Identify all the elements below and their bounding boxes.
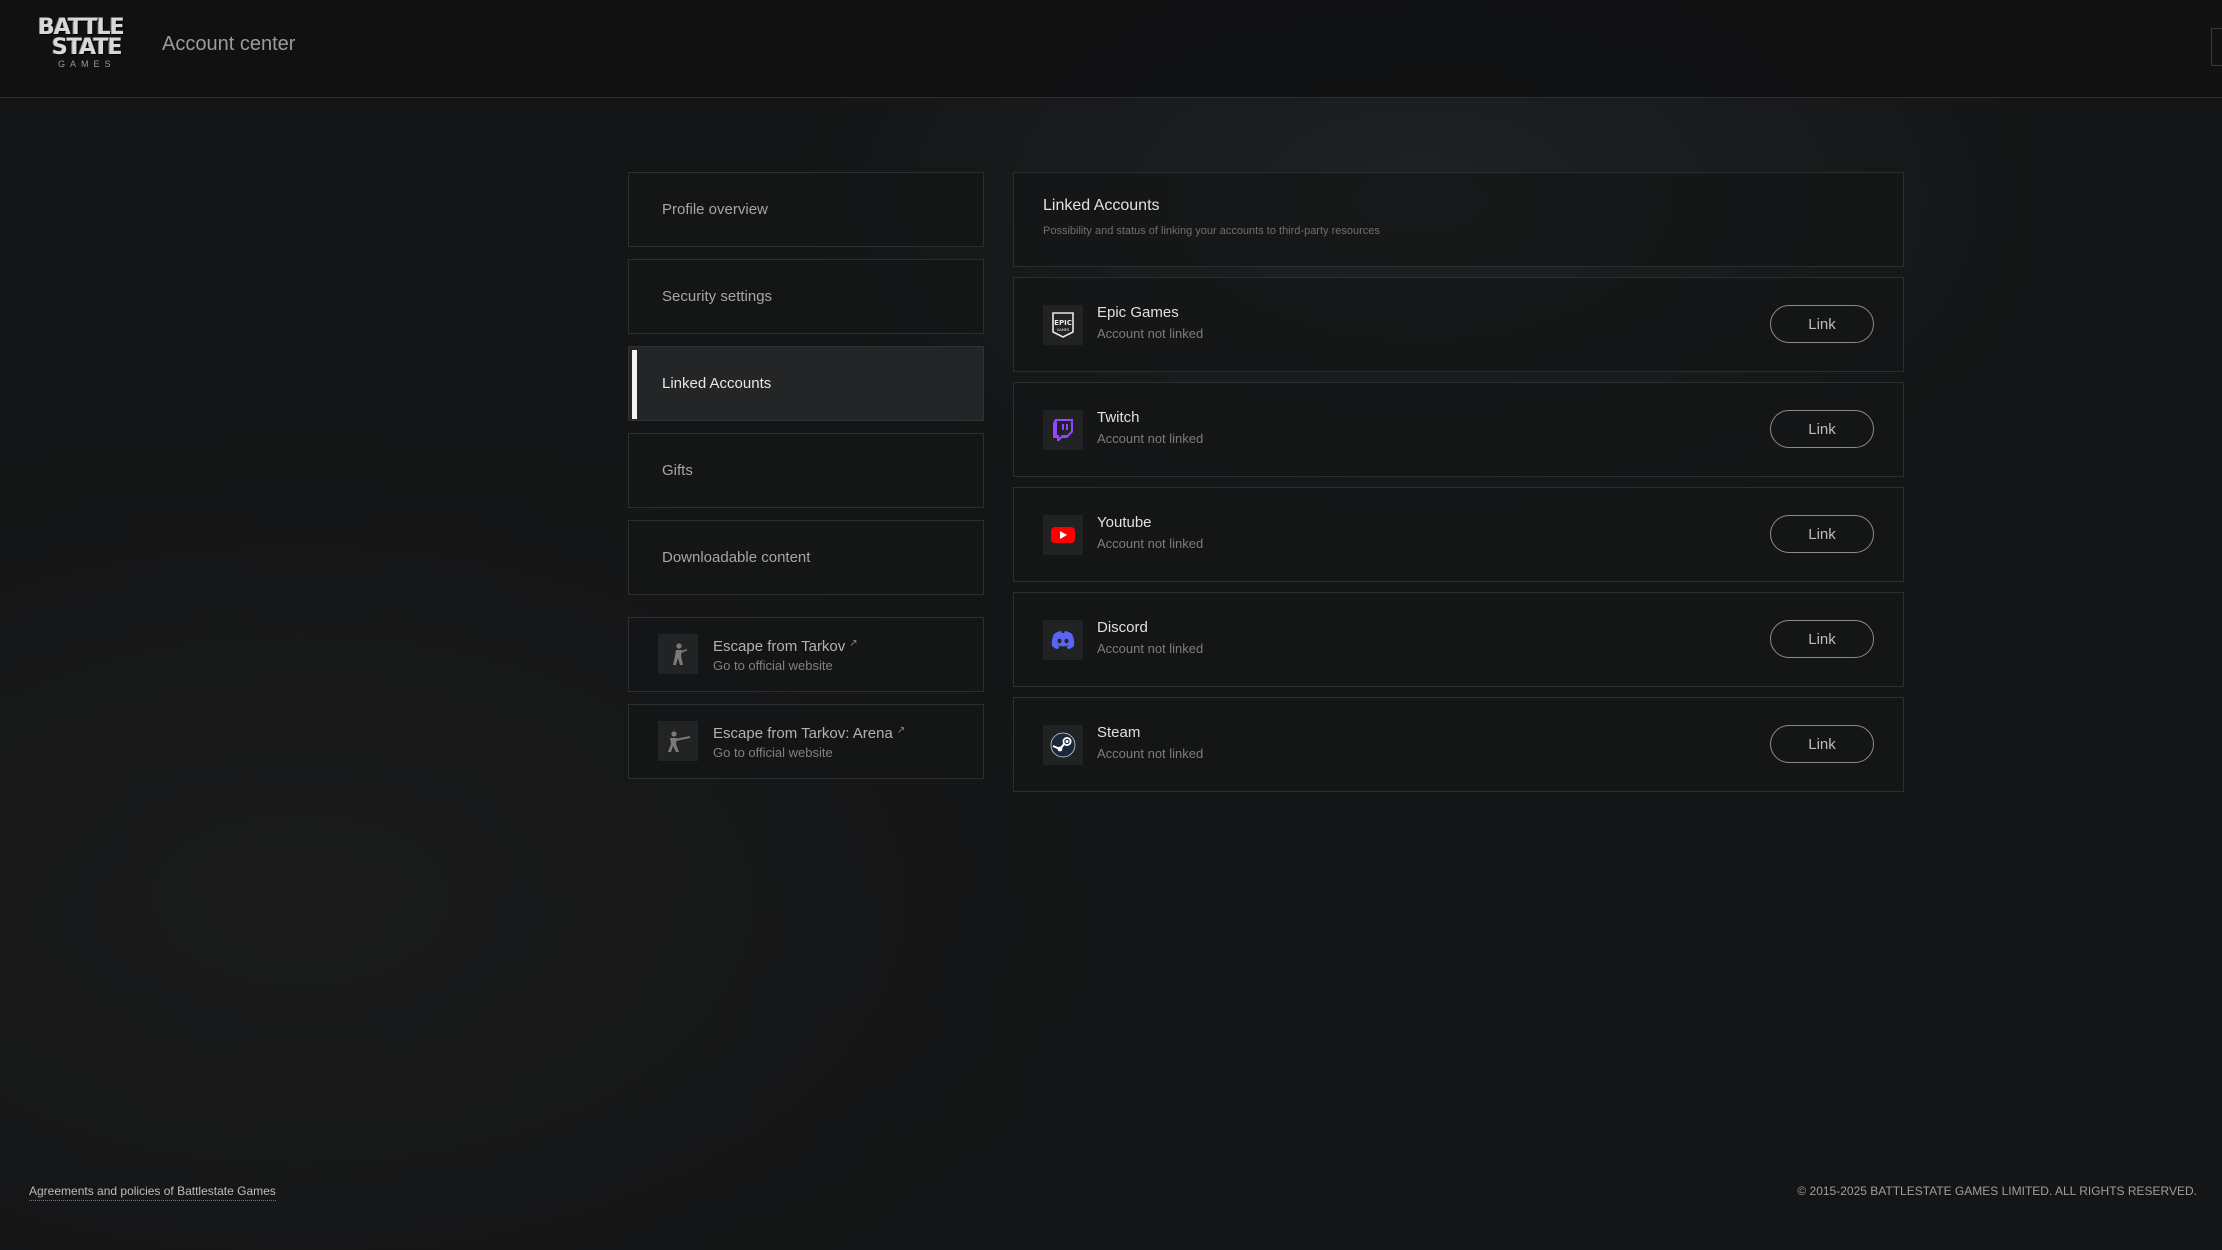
external-link-subtitle: Go to official website xyxy=(713,745,833,760)
soldier-icon xyxy=(658,634,698,674)
link-youtube-button[interactable]: Link xyxy=(1770,515,1874,553)
account-status: Account not linked xyxy=(1097,746,1204,761)
svg-text:GAMES: GAMES xyxy=(1057,328,1070,332)
account-name: Twitch xyxy=(1097,409,1140,426)
external-link-tarkov[interactable]: Escape from Tarkov ↗ Go to official websi… xyxy=(628,617,984,692)
account-name: Epic Games xyxy=(1097,304,1179,321)
account-row-steam: Steam Account not linked Link xyxy=(1013,697,1904,792)
sidebar-item-label: Gifts xyxy=(662,462,693,479)
discord-icon xyxy=(1043,620,1083,660)
account-status: Account not linked xyxy=(1097,641,1204,656)
agreements-link[interactable]: Agreements and policies of Battlestate G… xyxy=(29,1184,276,1201)
battlestate-logo[interactable]: BATTLE STATE GAMES xyxy=(38,17,140,74)
link-twitch-button[interactable]: Link xyxy=(1770,410,1874,448)
page: BATTLE STATE GAMES Account center Profil… xyxy=(0,0,2222,1250)
external-link-title: Escape from Tarkov: Arena xyxy=(713,725,893,742)
youtube-icon xyxy=(1043,515,1083,555)
sidebar-item-downloadable-content[interactable]: Downloadable content xyxy=(628,520,984,595)
section-subtitle: Possibility and status of linking your a… xyxy=(1043,225,1380,237)
header: BATTLE STATE GAMES Account center xyxy=(0,0,2222,98)
sidebar-item-label: Profile overview xyxy=(662,201,768,218)
account-status: Account not linked xyxy=(1097,431,1204,446)
account-row-youtube: Youtube Account not linked Link xyxy=(1013,487,1904,582)
soldier-aiming-icon xyxy=(658,721,698,761)
copyright-text: © 2015-2025 BATTLESTATE GAMES LIMITED. A… xyxy=(1797,1184,2197,1198)
sidebar-item-label: Downloadable content xyxy=(662,549,811,566)
account-name: Steam xyxy=(1097,724,1141,741)
sidebar-item-security-settings[interactable]: Security settings xyxy=(628,259,984,334)
page-title: Account center xyxy=(162,33,296,55)
link-discord-button[interactable]: Link xyxy=(1770,620,1874,658)
external-link-tarkov-arena[interactable]: Escape from Tarkov: Arena ↗ Go to officia… xyxy=(628,704,984,779)
sidebar-item-label: Security settings xyxy=(662,288,773,305)
account-row-discord: Discord Account not linked Link xyxy=(1013,592,1904,687)
account-status: Account not linked xyxy=(1097,326,1204,341)
linked-accounts-header: Linked Accounts Possibility and status o… xyxy=(1013,172,1904,267)
sidebar-item-gifts[interactable]: Gifts xyxy=(628,433,984,508)
account-row-epic-games: EPIC GAMES Epic Games Account not linked… xyxy=(1013,277,1904,372)
epic-games-icon: EPIC GAMES xyxy=(1043,305,1083,345)
account-name: Discord xyxy=(1097,619,1148,636)
header-edge-button[interactable] xyxy=(2211,28,2222,66)
steam-icon xyxy=(1043,725,1083,765)
external-link-title: Escape from Tarkov xyxy=(713,638,846,655)
account-name: Youtube xyxy=(1097,514,1152,531)
sidebar-item-label: Linked Accounts xyxy=(662,375,772,392)
link-epic-games-button[interactable]: Link xyxy=(1770,305,1874,343)
sidebar-item-profile-overview[interactable]: Profile overview xyxy=(628,172,984,247)
svg-text:EPIC: EPIC xyxy=(1054,319,1072,327)
external-link-icon: ↗ xyxy=(849,638,858,649)
sidebar-item-linked-accounts[interactable]: Linked Accounts xyxy=(628,346,984,421)
twitch-icon xyxy=(1043,410,1083,450)
external-link-icon: ↗ xyxy=(896,725,906,736)
logo-line-2: STATE xyxy=(52,35,123,60)
section-title: Linked Accounts xyxy=(1043,197,1160,214)
account-status: Account not linked xyxy=(1097,536,1204,551)
external-link-subtitle: Go to official website xyxy=(713,658,833,673)
link-steam-button[interactable]: Link xyxy=(1770,725,1874,763)
account-row-twitch: Twitch Account not linked Link xyxy=(1013,382,1904,477)
